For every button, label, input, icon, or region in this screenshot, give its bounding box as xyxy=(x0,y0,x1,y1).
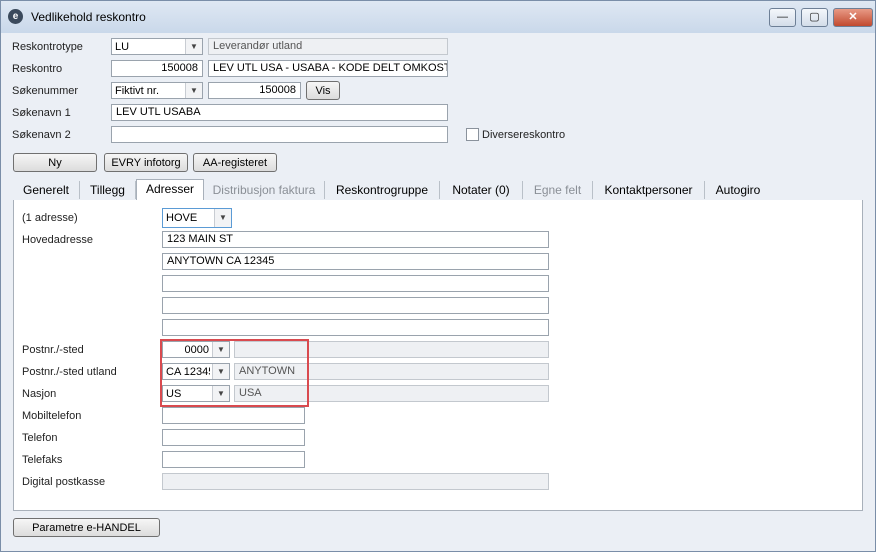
hovedadresse-label: Hovedadresse xyxy=(22,234,93,246)
address-type-value: HOVE xyxy=(166,212,198,224)
telefon-label: Telefon xyxy=(22,432,58,444)
sokenummer-field[interactable]: 150008 xyxy=(208,82,301,99)
address-line-5[interactable] xyxy=(162,319,549,336)
minimize-button[interactable]: — xyxy=(769,8,796,27)
reskontrotype-value: LU xyxy=(115,41,130,53)
evry-infotorg-button[interactable]: EVRY infotorg xyxy=(104,153,188,172)
sokenavn1-field[interactable]: LEV UTL USABA xyxy=(111,104,448,121)
telefaks-label: Telefaks xyxy=(22,454,63,466)
address-line-4[interactable] xyxy=(162,297,549,314)
tab-autogiro[interactable]: Autogiro xyxy=(705,181,771,199)
ny-button[interactable]: Ny xyxy=(13,153,97,172)
chevron-down-icon[interactable]: ▼ xyxy=(214,209,231,227)
tab-strip: Generelt Tillegg Adresser Distribusjon f… xyxy=(13,179,861,202)
tab-reskontrogruppe[interactable]: Reskontrogruppe xyxy=(325,181,440,199)
reskontrotype-description: Leverandør utland xyxy=(208,38,448,55)
main-window: e Vedlikehold reskontro — ▢ ✕ Reskontrot… xyxy=(0,0,876,552)
nasjon-label: Nasjon xyxy=(22,388,57,400)
telefaks-field[interactable] xyxy=(162,451,305,468)
sokenummer-type-value: Fiktivt nr. xyxy=(115,85,160,97)
parametre-ehandel-button[interactable]: Parametre e-HANDEL xyxy=(13,518,160,537)
postnr-label: Postnr./-sted xyxy=(22,344,84,356)
maximize-button[interactable]: ▢ xyxy=(801,8,828,27)
tab-tillegg[interactable]: Tillegg xyxy=(80,181,136,199)
address-line-1[interactable]: 123 MAIN ST xyxy=(162,231,549,248)
highlight-box xyxy=(160,339,309,407)
address-line-3[interactable] xyxy=(162,275,549,292)
sokenavn2-label: Søkenavn 2 xyxy=(12,129,71,141)
tab-notater[interactable]: Notater (0) xyxy=(440,181,523,199)
sokenavn1-label: Søkenavn 1 xyxy=(12,107,71,119)
sokenummer-label: Søkenummer xyxy=(12,85,79,97)
diversereskontro-label: Diversereskontro xyxy=(482,129,566,141)
postnr-utland-label: Postnr./-sted utland xyxy=(22,366,117,378)
sokenavn2-field[interactable] xyxy=(111,126,448,143)
digital-postkasse-label: Digital postkasse xyxy=(22,476,106,488)
telefon-field[interactable] xyxy=(162,429,305,446)
window-title: Vedlikehold reskontro xyxy=(31,10,146,24)
reskontro-label: Reskontro xyxy=(12,63,63,75)
reskontrotype-select[interactable]: LU ▼ xyxy=(111,38,203,55)
reskontro-number-field[interactable]: 150008 xyxy=(111,60,203,77)
address-type-select[interactable]: HOVE ▼ xyxy=(162,208,232,228)
diversereskontro-checkbox[interactable] xyxy=(466,128,479,141)
title-bar: e Vedlikehold reskontro — ▢ ✕ xyxy=(1,1,875,33)
aa-registeret-button[interactable]: AA-registeret xyxy=(193,153,277,172)
app-logo-icon: e xyxy=(8,9,23,24)
mobiltelefon-field[interactable] xyxy=(162,407,305,424)
mobiltelefon-label: Mobiltelefon xyxy=(22,410,82,422)
chevron-down-icon[interactable]: ▼ xyxy=(185,83,202,98)
address-count-label: (1 adresse) xyxy=(22,212,78,224)
sokenummer-type-select[interactable]: Fiktivt nr. ▼ xyxy=(111,82,203,99)
tab-adresser[interactable]: Adresser xyxy=(136,179,204,202)
tab-generelt[interactable]: Generelt xyxy=(13,181,80,199)
reskontro-name-field[interactable]: LEV UTL USA - USABA - KODE DELT OMKOSTN xyxy=(208,60,448,77)
address-line-2[interactable]: ANYTOWN CA 12345 xyxy=(162,253,549,270)
close-button[interactable]: ✕ xyxy=(833,8,873,27)
digital-postkasse-field xyxy=(162,473,549,490)
reskontrotype-label: Reskontrotype xyxy=(12,41,83,53)
tab-egne-felt[interactable]: Egne felt xyxy=(523,181,593,199)
tab-distribusjon-faktura[interactable]: Distribusjon faktura xyxy=(204,181,325,199)
vis-button[interactable]: Vis xyxy=(306,81,340,100)
tab-kontaktpersoner[interactable]: Kontaktpersoner xyxy=(593,181,705,199)
chevron-down-icon[interactable]: ▼ xyxy=(185,39,202,54)
